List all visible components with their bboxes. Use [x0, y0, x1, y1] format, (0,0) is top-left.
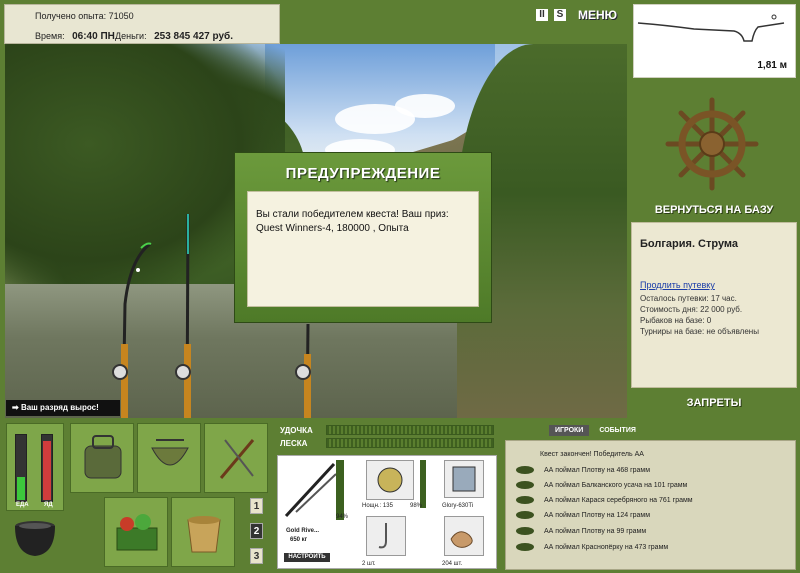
depth-value: 1,81 м — [757, 60, 787, 71]
fishing-rod-2[interactable] — [170, 214, 210, 418]
dialog-title: ПРЕДУПРЕЖДЕНИЕ — [285, 165, 441, 182]
money-label: Деньги: — [115, 31, 147, 41]
slot-page-2[interactable]: 2 — [250, 523, 263, 539]
game-root: { "info": {"exp_label": "Получено опыта:… — [0, 0, 800, 573]
tools-slot[interactable] — [204, 423, 268, 493]
rank-label: Ваш разряд вырос! — [20, 403, 99, 412]
time-value: 06:40 ПН — [72, 31, 115, 42]
vegetables-icon — [116, 514, 158, 551]
bait-icon — [450, 531, 473, 548]
lure-slot[interactable] — [444, 460, 484, 498]
cloud — [395, 94, 455, 118]
rod-pct: 94% — [336, 514, 349, 520]
food-meter — [15, 434, 27, 502]
fish-icon — [516, 466, 534, 474]
reel-slot[interactable] — [366, 460, 414, 500]
return-to-base-button[interactable]: ВЕРНУТЬСЯ НА БАЗУ — [632, 204, 796, 216]
reel-name: Нощн.: 135 — [362, 503, 393, 509]
dialog-text: Вы стали победителем квеста! Ваш приз: Q… — [247, 191, 479, 307]
rod-weight: 650 кг — [290, 537, 308, 543]
event-item: АА поймал Плотву на 124 грамм — [516, 511, 650, 519]
time-label: Время: — [35, 31, 65, 41]
exp-value: 71050 — [108, 11, 134, 21]
rod-label: УДОЧКА — [280, 425, 313, 435]
slot-page-3[interactable]: 3 — [250, 548, 263, 564]
slot-page-1[interactable]: 1 — [250, 498, 263, 514]
reel-durability-bar — [420, 460, 426, 508]
sound-icon[interactable]: S — [554, 9, 566, 21]
backpack-slot[interactable] — [70, 423, 134, 493]
bag-icon — [151, 439, 189, 466]
gear-panel: 94% Gold Rive... 650 кг НАСТРОИТЬ Нощн.:… — [277, 455, 497, 569]
event-item: АА поймал Краснопёрку на 473 грамм — [516, 543, 668, 551]
hook-icon — [378, 523, 387, 549]
poison-label: ЯД — [44, 502, 53, 508]
setup-button[interactable]: НАСТРОИТЬ — [284, 553, 330, 562]
fishing-rod-3[interactable] — [290, 324, 330, 418]
base-title: Болгария. Струма — [640, 238, 739, 250]
backpack-icon — [84, 435, 122, 479]
depth-profile: 1,81 м — [633, 4, 796, 78]
hook-slot[interactable] — [366, 516, 406, 556]
fish-icon — [516, 496, 534, 504]
vegetables-slot[interactable] — [104, 497, 168, 567]
fishing-rod-1[interactable] — [105, 214, 165, 418]
bucket-icon — [187, 516, 221, 553]
bait-slot[interactable] — [444, 516, 484, 556]
event-item: АА поймал Плотву на 99 грамм — [516, 527, 646, 535]
status-meters: ЕДА ЯД — [6, 423, 64, 511]
tools-icon — [219, 439, 255, 479]
pause-icon[interactable]: II — [536, 9, 548, 21]
line-label: ЛЕСКА — [280, 438, 308, 448]
base-line: Рыбаков на базе: 0 — [640, 316, 712, 325]
lure-icon — [452, 466, 476, 492]
base-line: Осталось путевки: 17 час. — [640, 294, 737, 303]
bucket-slot[interactable] — [171, 497, 235, 567]
event-item: АА поймал Плотву на 468 грамм — [516, 466, 650, 474]
menu-button[interactable]: МЕНЮ — [578, 8, 617, 22]
restrictions-button[interactable]: ЗАПРЕТЫ — [632, 397, 796, 409]
events-panel: Квест закончен! Победитель АА АА поймал … — [505, 440, 796, 570]
event-tabs: ИГРОКИ СОБЫТИЯ — [549, 425, 642, 436]
poison-meter — [41, 434, 53, 502]
fish-icon — [516, 543, 534, 551]
rod-icon[interactable] — [282, 460, 338, 520]
rod-name: Gold Rive... — [286, 528, 320, 534]
rod-tension-bar — [326, 425, 494, 435]
rank-notification[interactable]: ➡ Ваш разряд вырос! — [6, 400, 120, 416]
line-tension-bar — [326, 438, 494, 448]
event-item: АА поймал Балканского усача на 101 грамм — [516, 481, 687, 489]
lure-name: Glory-630Ti — [442, 503, 474, 509]
hook-count: 2 шт. — [362, 561, 376, 567]
tackle-status: УДОЧКА ЛЕСКА — [276, 421, 498, 451]
tab-events[interactable]: СОБЫТИЯ — [593, 425, 642, 436]
reel-pct: 98% — [410, 503, 423, 509]
extend-permit-link[interactable]: Продлить путевку — [640, 280, 796, 291]
fish-icon — [516, 527, 534, 535]
reel-icon — [377, 467, 403, 493]
bag-slot[interactable] — [137, 423, 201, 493]
fish-icon — [516, 511, 534, 519]
base-line: Стоимость дня: 22 000 руб. — [640, 305, 743, 314]
base-info-panel: Болгария. Струма Продлить путевку Остало… — [631, 222, 797, 388]
base-line: Турниры на базе: не объявлены — [640, 327, 759, 336]
tab-players[interactable]: ИГРОКИ — [549, 425, 590, 436]
bait-count: 204 шт. — [442, 561, 463, 567]
fish-icon — [516, 481, 534, 489]
cauldron-icon[interactable] — [10, 516, 60, 562]
events-header: Квест закончен! Победитель АА — [540, 451, 644, 458]
rod-durability-bar — [336, 460, 344, 520]
event-item: АА поймал Карася серебряного на 761 грам… — [516, 496, 693, 504]
ship-wheel-icon[interactable] — [664, 96, 760, 192]
food-label: ЕДА — [16, 502, 29, 508]
warning-dialog[interactable]: ПРЕДУПРЕЖДЕНИЕ Вы стали победителем квес… — [234, 152, 492, 323]
money-value: 253 845 427 руб. — [154, 31, 233, 42]
exp-label: Получено опыта: — [35, 11, 107, 21]
player-info-panel: Получено опыта: 71050 Время: 06:40 ПН Де… — [4, 4, 280, 44]
